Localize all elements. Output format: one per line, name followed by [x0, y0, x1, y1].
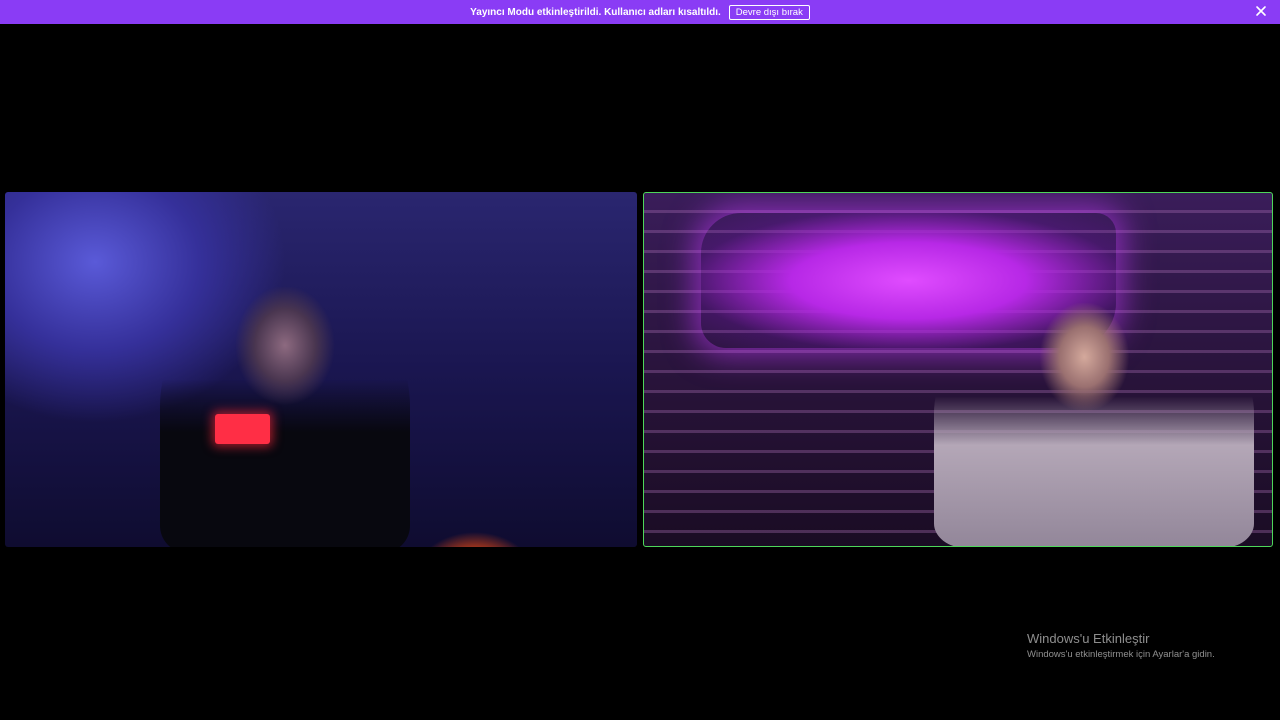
close-icon[interactable] [1254, 4, 1268, 18]
disable-streamer-mode-button[interactable]: Devre dışı bırak [728, 4, 810, 20]
watermark-title: Windows'u Etkinleştir [1027, 631, 1150, 646]
banner-message: Yayıncı Modu etkinleştirildi. Kullanıcı … [470, 6, 721, 18]
microphone-light [215, 414, 270, 444]
participant-video [934, 303, 1254, 546]
windows-activation-watermark: Windows'u Etkinleştir Windows'u etkinleş… [1027, 631, 1215, 660]
video-tile-right-speaking[interactable] [643, 192, 1273, 547]
participant-video [160, 287, 410, 547]
watermark-subtitle: Windows'u etkinleştirmek için Ayarlar'a … [1027, 649, 1215, 660]
video-tile-left[interactable] [5, 192, 637, 547]
streamer-mode-banner: Yayıncı Modu etkinleştirildi. Kullanıcı … [0, 0, 1280, 24]
